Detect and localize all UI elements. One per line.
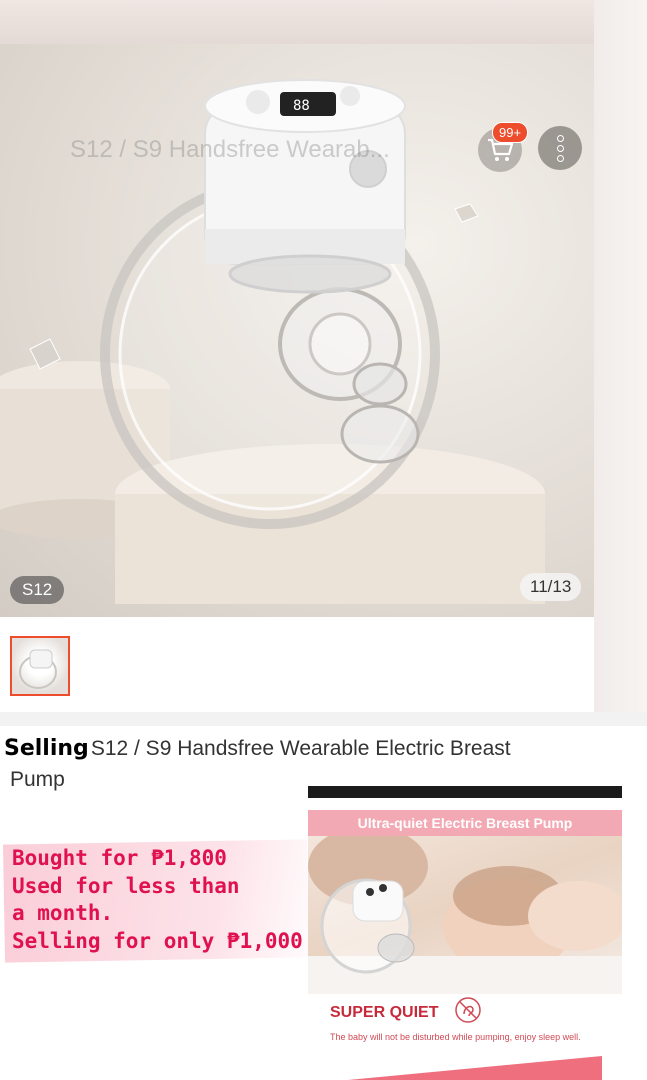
product-title-text: S12 / S9 Handsfree Wearable Electric Bre… <box>90 737 511 760</box>
ad-top-bar <box>308 786 622 798</box>
overlay-title: S12 / S9 Handsfree Wearab... <box>70 136 390 163</box>
section-divider <box>0 712 647 726</box>
note-line-selling: Selling for only ₱1,000 <box>12 928 303 953</box>
more-vertical-icon <box>556 134 564 142</box>
thumbnail-selected[interactable] <box>10 636 70 696</box>
price-note: Bought for ₱1,800 Used for less than a m… <box>12 845 303 955</box>
note-line-used: Used for less than <box>12 873 240 898</box>
variant-label: S12 <box>10 576 65 604</box>
ad-heading: SUPER QUIET <box>330 1004 439 1021</box>
sleeping-baby-illustration <box>308 826 622 994</box>
thumbnail-strip <box>0 617 594 712</box>
ad-baby-photo <box>308 826 622 994</box>
product-title: SellingS12 / S9 Handsfree Wearable Elect… <box>4 734 604 764</box>
product-ad-image[interactable]: Ultra-quiet Electric Breast Pump SUPER Q… <box>308 786 622 1080</box>
ad-banner: Ultra-quiet Electric Breast Pump <box>308 810 622 836</box>
page-edge <box>594 0 647 720</box>
svg-text:88: 88 <box>293 98 310 114</box>
image-page-indicator: 11/13 <box>520 573 582 601</box>
note-line-bought: Bought for ₱1,800 <box>12 846 227 870</box>
product-title-continued: Pump <box>10 768 65 791</box>
cart-count-badge: 99+ <box>492 122 529 143</box>
ear-icon <box>455 997 481 1023</box>
top-strip <box>0 0 647 44</box>
ad-subtext: The baby will not be disturbed while pum… <box>330 1032 581 1042</box>
ad-bottom-graphic <box>348 1056 602 1080</box>
more-options-button[interactable] <box>538 126 582 170</box>
note-line-month: a month. <box>12 901 114 925</box>
selling-label: Selling <box>4 736 89 761</box>
thumbnail-pump-image <box>19 649 57 689</box>
